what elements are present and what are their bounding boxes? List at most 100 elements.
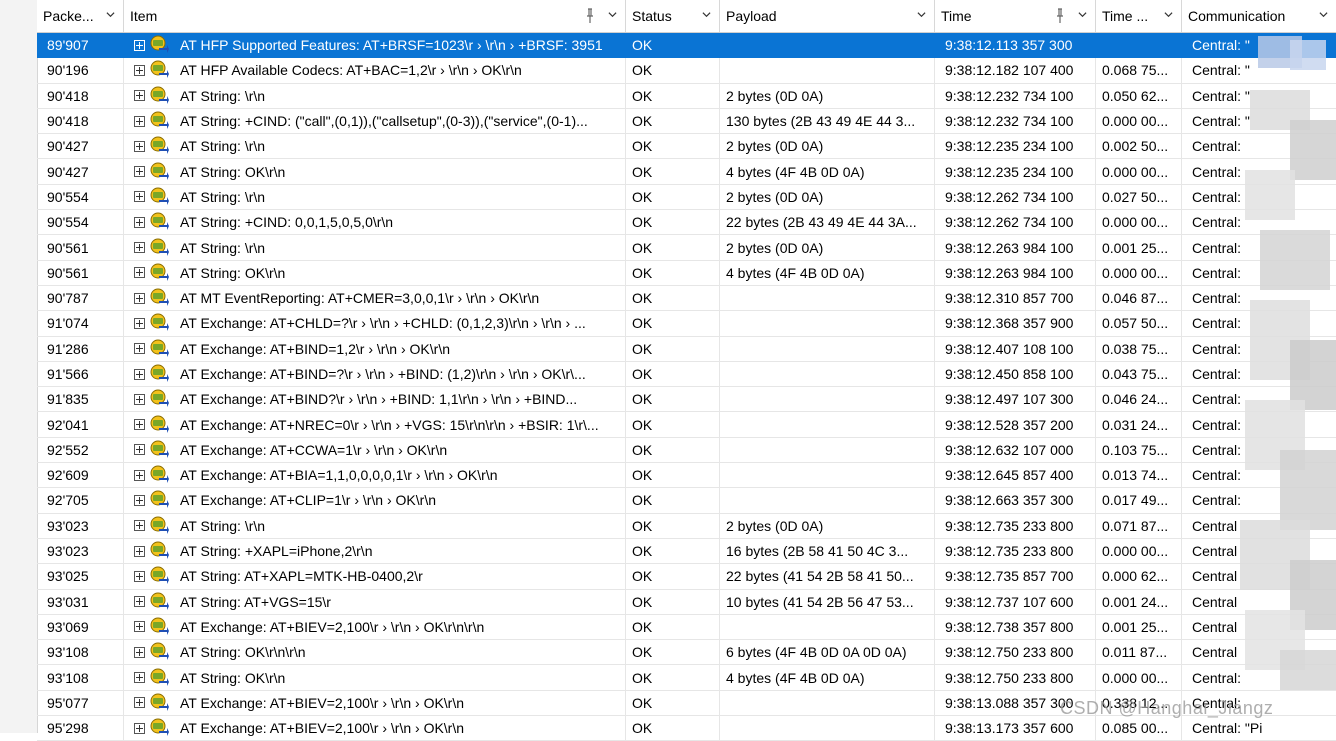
pin-icon[interactable] — [585, 8, 595, 24]
expand-icon[interactable] — [134, 242, 145, 254]
table-row[interactable]: 92'552 AT Exchange: AT+CCWA=1\r › \r\n › … — [37, 437, 1336, 464]
expand-icon[interactable] — [134, 545, 145, 557]
chevron-down-icon[interactable] — [702, 10, 711, 19]
item-cell[interactable]: AT String: +XAPL=iPhone,2\r\n — [124, 538, 626, 564]
expand-icon[interactable] — [134, 596, 145, 608]
item-cell[interactable]: AT String: OK\r\n — [124, 665, 626, 690]
expand-icon[interactable] — [134, 469, 145, 481]
table-row[interactable]: 90'418 AT String: +CIND: ("call",(0,1)),(… — [37, 108, 1336, 135]
item-cell[interactable]: AT String: \r\n — [124, 83, 626, 108]
expand-icon[interactable] — [134, 494, 145, 506]
expand-icon[interactable] — [134, 570, 145, 582]
item-cell[interactable]: AT Exchange: AT+CHLD=?\r › \r\n › +CHLD:… — [124, 311, 626, 336]
item-cell[interactable]: AT HFP Supported Features: AT+BRSF=1023\… — [124, 33, 626, 58]
column-header-delta[interactable]: Time ... — [1096, 0, 1182, 32]
table-row[interactable]: 93'069 AT Exchange: AT+BIEV=2,100\r › \r\… — [37, 614, 1336, 641]
table-row[interactable]: 90'427 AT String: OK\r\n OK 4 bytes (4F 4B … — [37, 159, 1336, 185]
table-row[interactable]: 93'023 AT String: \r\n OK 2 bytes (0D 0A) 9:… — [37, 513, 1336, 539]
table-row[interactable]: 90'418 AT String: \r\n OK 2 bytes (0D 0A) 9:… — [37, 83, 1336, 109]
expand-icon[interactable] — [134, 292, 145, 304]
expand-icon[interactable] — [134, 343, 145, 355]
chevron-down-icon[interactable] — [1078, 10, 1087, 19]
table-row[interactable]: 90'554 AT String: \r\n OK 2 bytes (0D 0A) 9:… — [37, 184, 1336, 211]
expand-icon[interactable] — [134, 393, 145, 405]
expand-icon[interactable] — [134, 697, 145, 709]
table-row[interactable]: 93'108 AT String: OK\r\n\r\n OK 6 bytes (4F… — [37, 640, 1336, 666]
item-cell[interactable]: AT String: \r\n — [124, 235, 626, 260]
table-row[interactable]: 92'041 AT Exchange: AT+NREC=0\r › \r\n › … — [37, 412, 1336, 438]
column-header-packet[interactable]: Packe... — [37, 0, 124, 32]
item-cell[interactable]: AT String: +CIND: 0,0,1,5,0,5,0\r\n — [124, 210, 626, 235]
expand-icon[interactable] — [134, 368, 145, 380]
item-cell[interactable]: AT HFP Available Codecs: AT+BAC=1,2\r › … — [124, 58, 626, 83]
expand-icon[interactable] — [134, 646, 145, 658]
table-row[interactable]: 90'561 AT String: \r\n OK 2 bytes (0D 0A) 9:… — [37, 235, 1336, 261]
item-cell[interactable]: AT String: OK\r\n — [124, 159, 626, 184]
expand-icon[interactable] — [134, 191, 145, 203]
item-cell[interactable]: AT Exchange: AT+BIND=?\r › \r\n › +BIND:… — [124, 361, 626, 387]
table-row[interactable]: 90'427 AT String: \r\n OK 2 bytes (0D 0A) 9:… — [37, 134, 1336, 160]
item-cell[interactable]: AT String: \r\n — [124, 134, 626, 159]
item-cell[interactable]: AT String: \r\n — [124, 513, 626, 538]
item-cell[interactable]: AT Exchange: AT+NREC=0\r › \r\n › +VGS: … — [124, 412, 626, 437]
item-cell[interactable]: AT Exchange: AT+BIEV=2,100\r › \r\n › OK… — [124, 690, 626, 716]
expand-icon[interactable] — [134, 419, 145, 431]
table-row[interactable]: 95'298 AT Exchange: AT+BIEV=2,100\r › \r\… — [37, 716, 1336, 741]
chevron-down-icon[interactable] — [1319, 10, 1328, 19]
table-row[interactable]: 90'196 AT HFP Available Codecs: AT+BAC=1,… — [37, 58, 1336, 84]
table-row[interactable]: 91'074 AT Exchange: AT+CHLD=?\r › \r\n › … — [37, 311, 1336, 337]
item-cell[interactable]: AT Exchange: AT+BIA=1,1,0,0,0,0,1\r › \r… — [124, 463, 626, 488]
item-cell[interactable]: AT Exchange: AT+CCWA=1\r › \r\n › OK\r\n — [124, 437, 626, 463]
table-row[interactable]: 93'025 AT String: AT+XAPL=MTK-HB-0400,2\r… — [37, 564, 1336, 590]
item-cell[interactable]: AT Exchange: AT+CLIP=1\r › \r\n › OK\r\n — [124, 488, 626, 513]
pin-icon[interactable] — [1055, 8, 1065, 24]
item-cell[interactable]: AT String: +CIND: ("call",(0,1)),("calls… — [124, 108, 626, 134]
expand-icon[interactable] — [134, 64, 145, 76]
table-row[interactable]: 89'907 AT HFP Supported Features: AT+BRSF… — [37, 33, 1336, 59]
item-cell[interactable]: AT String: OK\r\n — [124, 260, 626, 285]
expand-icon[interactable] — [134, 444, 145, 456]
expand-icon[interactable] — [134, 520, 145, 532]
table-row[interactable]: 91'835 AT Exchange: AT+BIND?\r › \r\n › +… — [37, 387, 1336, 413]
table-row[interactable]: 93'031 AT String: AT+VGS=15\r OK 10 bytes (… — [37, 589, 1336, 615]
table-row[interactable]: 93'108 AT String: OK\r\n OK 4 bytes (4F 4B … — [37, 665, 1336, 691]
expand-icon[interactable] — [134, 621, 145, 633]
expand-icon[interactable] — [134, 39, 145, 51]
item-cell[interactable]: AT String: OK\r\n\r\n — [124, 640, 626, 665]
expand-icon[interactable] — [134, 166, 145, 178]
table-row[interactable]: 92'609 AT Exchange: AT+BIA=1,1,0,0,0,0,1\… — [37, 463, 1336, 489]
item-cell[interactable]: AT MT EventReporting: AT+CMER=3,0,0,1\r … — [124, 285, 626, 311]
table-row[interactable]: 91'566 AT Exchange: AT+BIND=?\r › \r\n › … — [37, 361, 1336, 388]
chevron-down-icon[interactable] — [106, 10, 115, 19]
item-cell[interactable]: AT Exchange: AT+BIND?\r › \r\n › +BIND: … — [124, 387, 626, 412]
expand-icon[interactable] — [134, 140, 145, 152]
table-row[interactable]: 91'286 AT Exchange: AT+BIND=1,2\r › \r\n … — [37, 336, 1336, 362]
item-cell[interactable]: AT Exchange: AT+BIND=1,2\r › \r\n › OK\r… — [124, 336, 626, 361]
table-row[interactable]: 90'554 AT String: +CIND: 0,0,1,5,0,5,0\r\… — [37, 210, 1336, 236]
column-header-status[interactable]: Status — [626, 0, 720, 32]
expand-icon[interactable] — [134, 267, 145, 279]
expand-icon[interactable] — [134, 317, 145, 329]
column-header-communication[interactable]: Communication — [1182, 0, 1336, 32]
item-cell[interactable]: AT Exchange: AT+BIEV=2,100\r › \r\n › OK… — [124, 716, 626, 741]
time-cell: 9:38:12.632 107 000 — [935, 437, 1096, 463]
item-cell[interactable]: AT String: \r\n — [124, 184, 626, 210]
table-row[interactable]: 90'787 AT MT EventReporting: AT+CMER=3,0,… — [37, 285, 1336, 312]
expand-icon[interactable] — [134, 90, 145, 102]
column-header-time[interactable]: Time — [935, 0, 1096, 32]
table-row[interactable]: 90'561 AT String: OK\r\n OK 4 bytes (4F 4B … — [37, 260, 1336, 286]
expand-icon[interactable] — [134, 722, 145, 734]
table-row[interactable]: 93'023 AT String: +XAPL=iPhone,2\r\n OK 16 … — [37, 538, 1336, 565]
chevron-down-icon[interactable] — [1164, 10, 1173, 19]
expand-icon[interactable] — [134, 672, 145, 684]
table-row[interactable]: 92'705 AT Exchange: AT+CLIP=1\r › \r\n › … — [37, 488, 1336, 514]
chevron-down-icon[interactable] — [608, 10, 617, 19]
expand-icon[interactable] — [134, 115, 145, 127]
item-cell[interactable]: AT String: AT+XAPL=MTK-HB-0400,2\r — [124, 564, 626, 589]
column-header-payload[interactable]: Payload — [720, 0, 935, 32]
column-header-item[interactable]: Item — [124, 0, 626, 32]
expand-icon[interactable] — [134, 216, 145, 228]
item-cell[interactable]: AT String: AT+VGS=15\r — [124, 589, 626, 614]
chevron-down-icon[interactable] — [917, 10, 926, 19]
item-cell[interactable]: AT Exchange: AT+BIEV=2,100\r › \r\n › OK… — [124, 614, 626, 640]
